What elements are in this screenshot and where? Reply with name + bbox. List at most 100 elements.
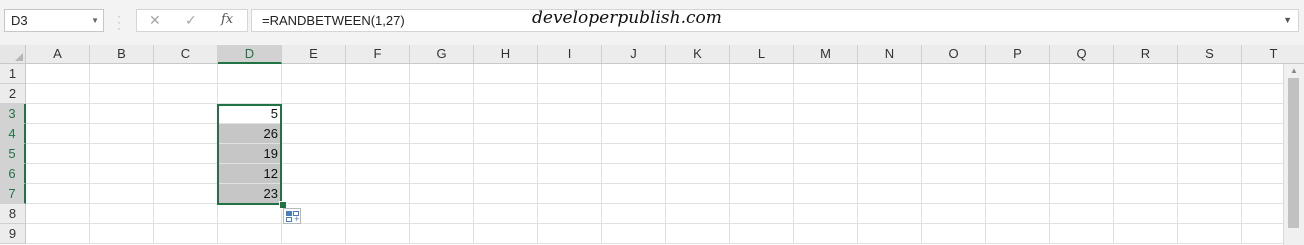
column-header-f[interactable]: F: [346, 45, 410, 64]
cell-n6[interactable]: [858, 164, 922, 184]
cell-j3[interactable]: [602, 104, 666, 124]
cell-n1[interactable]: [858, 64, 922, 84]
cell-e5[interactable]: [282, 144, 346, 164]
cell-k1[interactable]: [666, 64, 730, 84]
cell-l9[interactable]: [730, 224, 794, 244]
cell-e6[interactable]: [282, 164, 346, 184]
cell-g9[interactable]: [410, 224, 474, 244]
cell-l4[interactable]: [730, 124, 794, 144]
row-header-7[interactable]: 7: [0, 184, 26, 204]
cell-j6[interactable]: [602, 164, 666, 184]
cell-o1[interactable]: [922, 64, 986, 84]
cell-d9[interactable]: [218, 224, 282, 244]
cell-o5[interactable]: [922, 144, 986, 164]
column-header-b[interactable]: B: [90, 45, 154, 64]
cell-g2[interactable]: [410, 84, 474, 104]
cell-h9[interactable]: [474, 224, 538, 244]
cell-k6[interactable]: [666, 164, 730, 184]
cell-i3[interactable]: [538, 104, 602, 124]
cell-s2[interactable]: [1178, 84, 1242, 104]
cell-k2[interactable]: [666, 84, 730, 104]
select-all-button[interactable]: [0, 45, 26, 64]
cell-b1[interactable]: [90, 64, 154, 84]
cell-k4[interactable]: [666, 124, 730, 144]
column-header-p[interactable]: P: [986, 45, 1050, 64]
insert-function-icon[interactable]: fx: [221, 12, 233, 27]
cell-n3[interactable]: [858, 104, 922, 124]
cell-r6[interactable]: [1114, 164, 1178, 184]
row-header-6[interactable]: 6: [0, 164, 26, 184]
cell-h6[interactable]: [474, 164, 538, 184]
cell-f8[interactable]: [346, 204, 410, 224]
cell-a7[interactable]: [26, 184, 90, 204]
cell-a4[interactable]: [26, 124, 90, 144]
cell-r3[interactable]: [1114, 104, 1178, 124]
cell-n7[interactable]: [858, 184, 922, 204]
cell-d3[interactable]: 5: [218, 104, 282, 124]
cell-n4[interactable]: [858, 124, 922, 144]
cell-b7[interactable]: [90, 184, 154, 204]
cell-e9[interactable]: [282, 224, 346, 244]
cell-d7[interactable]: 23: [218, 184, 282, 204]
cell-f5[interactable]: [346, 144, 410, 164]
cell-h7[interactable]: [474, 184, 538, 204]
cell-l8[interactable]: [730, 204, 794, 224]
cell-r9[interactable]: [1114, 224, 1178, 244]
cell-m8[interactable]: [794, 204, 858, 224]
cell-c9[interactable]: [154, 224, 218, 244]
cell-q3[interactable]: [1050, 104, 1114, 124]
cell-r5[interactable]: [1114, 144, 1178, 164]
cell-h8[interactable]: [474, 204, 538, 224]
cell-m2[interactable]: [794, 84, 858, 104]
cell-a1[interactable]: [26, 64, 90, 84]
cell-n2[interactable]: [858, 84, 922, 104]
cancel-icon[interactable]: ✕: [149, 12, 161, 29]
scrollbar-thumb[interactable]: [1288, 78, 1299, 228]
cell-s1[interactable]: [1178, 64, 1242, 84]
cell-g8[interactable]: [410, 204, 474, 224]
cell-i4[interactable]: [538, 124, 602, 144]
cell-q1[interactable]: [1050, 64, 1114, 84]
cell-a5[interactable]: [26, 144, 90, 164]
cell-i9[interactable]: [538, 224, 602, 244]
cell-k3[interactable]: [666, 104, 730, 124]
cell-e4[interactable]: [282, 124, 346, 144]
cell-c6[interactable]: [154, 164, 218, 184]
cell-a6[interactable]: [26, 164, 90, 184]
cell-g3[interactable]: [410, 104, 474, 124]
cell-g6[interactable]: [410, 164, 474, 184]
cell-j7[interactable]: [602, 184, 666, 204]
cell-b2[interactable]: [90, 84, 154, 104]
column-header-l[interactable]: L: [730, 45, 794, 64]
cell-d2[interactable]: [218, 84, 282, 104]
drag-handle-icon[interactable]: · · ·: [117, 10, 121, 34]
cell-r7[interactable]: [1114, 184, 1178, 204]
cell-e7[interactable]: [282, 184, 346, 204]
cell-c5[interactable]: [154, 144, 218, 164]
cell-s9[interactable]: [1178, 224, 1242, 244]
cell-m3[interactable]: [794, 104, 858, 124]
cell-c3[interactable]: [154, 104, 218, 124]
cell-p6[interactable]: [986, 164, 1050, 184]
cell-a2[interactable]: [26, 84, 90, 104]
cell-o9[interactable]: [922, 224, 986, 244]
cell-r2[interactable]: [1114, 84, 1178, 104]
cell-c2[interactable]: [154, 84, 218, 104]
cell-p9[interactable]: [986, 224, 1050, 244]
cell-m4[interactable]: [794, 124, 858, 144]
cell-p7[interactable]: [986, 184, 1050, 204]
column-header-r[interactable]: R: [1114, 45, 1178, 64]
cell-o4[interactable]: [922, 124, 986, 144]
cell-i7[interactable]: [538, 184, 602, 204]
cell-a8[interactable]: [26, 204, 90, 224]
cell-q8[interactable]: [1050, 204, 1114, 224]
cell-b6[interactable]: [90, 164, 154, 184]
cell-c7[interactable]: [154, 184, 218, 204]
cell-p4[interactable]: [986, 124, 1050, 144]
row-header-9[interactable]: 9: [0, 224, 26, 244]
quick-analysis-icon[interactable]: +: [283, 208, 301, 224]
cell-o3[interactable]: [922, 104, 986, 124]
cell-l6[interactable]: [730, 164, 794, 184]
column-header-e[interactable]: E: [282, 45, 346, 64]
cell-m9[interactable]: [794, 224, 858, 244]
